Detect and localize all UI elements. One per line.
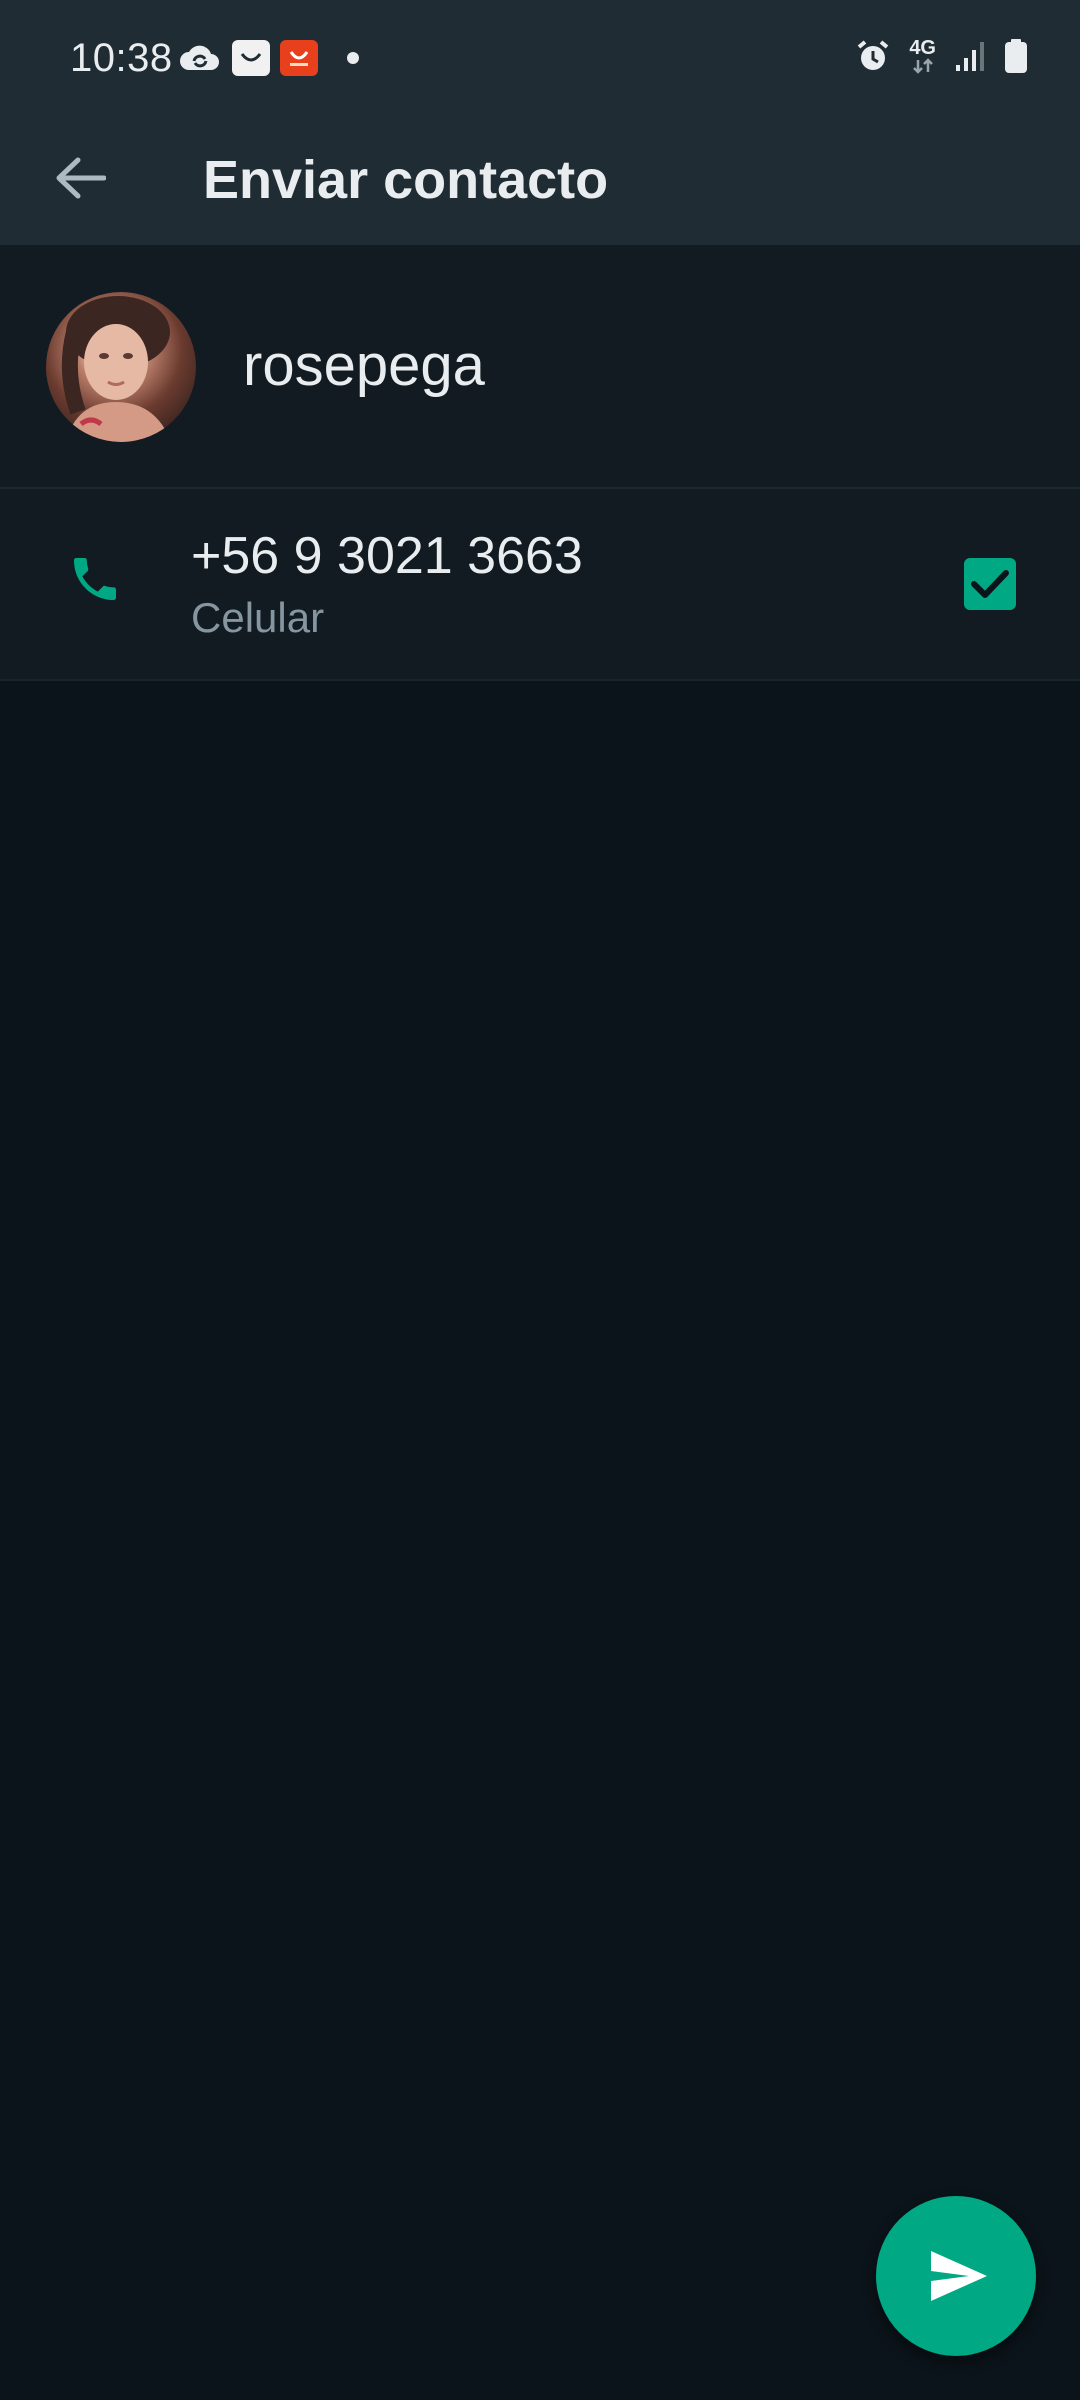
app-bar: Enviar contacto [0, 120, 1080, 245]
cloud-sync-icon [178, 40, 222, 76]
page-title: Enviar contacto [203, 150, 609, 210]
battery-icon [1004, 38, 1028, 74]
status-time: 10:38 [70, 36, 173, 80]
shopping-app-icon [232, 40, 270, 76]
phone-icon [60, 544, 130, 614]
phone-number-row[interactable]: +56 9 3021 3663 Celular [0, 489, 1080, 681]
header: 10:38 4G Enviar contacto [0, 0, 1080, 245]
more-notifications-dot-icon [346, 51, 360, 65]
aliexpress-app-icon [280, 40, 318, 76]
network-4g-icon: 4G [909, 38, 936, 74]
phone-type-label: Celular [191, 594, 325, 641]
status-bar: 10:38 4G [0, 0, 1080, 120]
checkmark-icon [970, 568, 1010, 600]
notification-icons [178, 40, 360, 76]
signal-strength-icon [954, 39, 986, 73]
send-contact-screen: 10:38 4G Enviar contacto rosepega +56 9 … [0, 0, 1080, 2400]
back-button[interactable] [40, 138, 120, 218]
send-button[interactable] [876, 2196, 1036, 2356]
avatar[interactable] [46, 292, 196, 442]
phone-number: +56 9 3021 3663 [191, 527, 583, 585]
network-type-label: 4G [909, 37, 936, 59]
contact-header: rosepega [0, 245, 1080, 489]
phone-select-checkbox[interactable] [964, 558, 1016, 610]
system-icons: 4G [855, 38, 1028, 74]
arrow-back-icon [54, 156, 106, 200]
contact-name: rosepega [243, 333, 485, 398]
alarm-icon [855, 38, 891, 74]
send-icon [929, 2249, 989, 2303]
